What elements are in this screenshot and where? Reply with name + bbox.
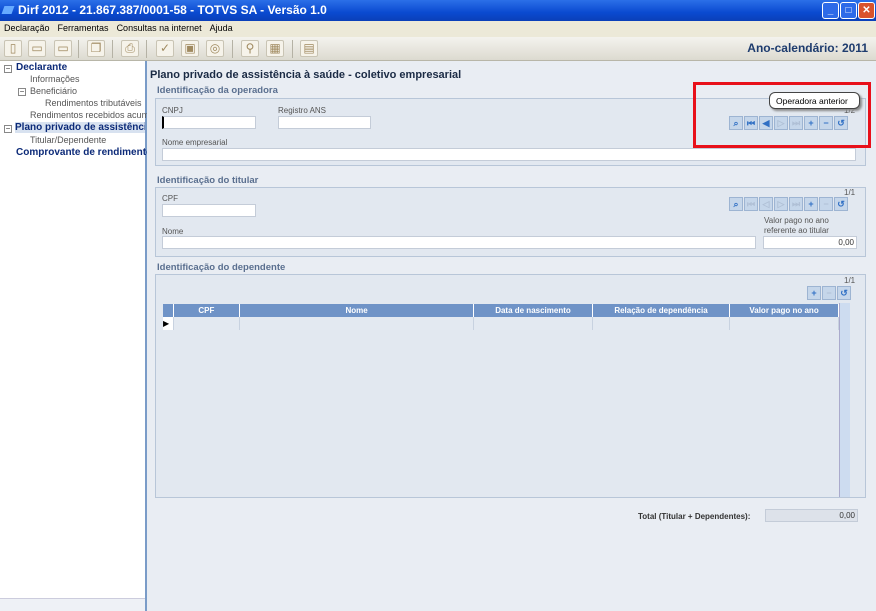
undo-icon[interactable]: ↺ bbox=[837, 286, 851, 300]
sidebar-tree: − Declarante Informações − Beneficiário … bbox=[0, 61, 161, 611]
col-cpf[interactable]: CPF bbox=[173, 304, 241, 317]
tree-titular-dependente[interactable]: Titular/Dependente bbox=[30, 135, 106, 145]
print-icon[interactable]: ⎙ bbox=[121, 40, 139, 57]
cnpj-input[interactable] bbox=[162, 116, 256, 129]
titular-record-count: 1/1 bbox=[844, 188, 856, 197]
menu-bar: Declaração Ferramentas Consultas na intern… bbox=[0, 21, 876, 37]
table-vertical-scrollbar[interactable] bbox=[839, 303, 850, 497]
folder-icon[interactable]: ▭ bbox=[54, 40, 72, 57]
remove-record-icon[interactable]: − bbox=[822, 286, 836, 300]
collapse-icon[interactable]: − bbox=[4, 125, 12, 133]
highlight-box bbox=[693, 82, 871, 148]
table-row[interactable]: ▶ bbox=[163, 317, 839, 330]
total-value: 0,00 bbox=[765, 509, 858, 522]
toolbar: ▯ ▭ ▭ ❐ ⎙ ✓ ▣ ◎ ⚲ ▦ ▤ Ano-calendário: 20… bbox=[0, 37, 876, 61]
dependente-nav: + − ↺ bbox=[807, 286, 851, 300]
first-record-icon[interactable]: ⏮ bbox=[744, 197, 758, 211]
col-relacao[interactable]: Relação de dependência bbox=[592, 304, 731, 317]
new-file-icon[interactable]: ▯ bbox=[4, 40, 22, 57]
check-icon[interactable]: ✓ bbox=[156, 40, 174, 57]
total-label: Total (Titular + Dependentes): bbox=[638, 512, 751, 521]
menu-ajuda[interactable]: Ajuda bbox=[206, 21, 237, 35]
close-button[interactable]: ✕ bbox=[858, 2, 875, 19]
nome-empresarial-input[interactable] bbox=[162, 148, 856, 161]
table-header: CPF Nome Data de nascimento Relação de d… bbox=[163, 304, 839, 317]
operadora-header: Identificação da operadora bbox=[157, 85, 278, 96]
titular-nome-input[interactable] bbox=[162, 236, 756, 249]
sidebar-horizontal-scrollbar[interactable] bbox=[0, 598, 145, 611]
copy-icon[interactable]: ❐ bbox=[87, 40, 105, 57]
tree-plano-privado[interactable]: Plano privado de assistência à bbox=[15, 122, 145, 133]
titular-cpf-input[interactable] bbox=[162, 204, 256, 217]
search-icon[interactable]: ⚲ bbox=[241, 40, 259, 57]
valor-label-2: referente ao titular bbox=[764, 226, 829, 235]
menu-declaracao[interactable]: Declaração bbox=[0, 21, 54, 35]
cnpj-label: CNPJ bbox=[162, 106, 183, 115]
window-title: Dirf 2012 - 21.867.387/0001-58 - TOTVS S… bbox=[18, 3, 327, 17]
calculator-icon[interactable]: ▦ bbox=[266, 40, 284, 57]
nome-empresarial-label: Nome empresarial bbox=[162, 138, 228, 147]
menu-ferramentas[interactable]: Ferramentas bbox=[54, 21, 113, 35]
tree-declarante[interactable]: Declarante bbox=[16, 62, 67, 73]
col-valor[interactable]: Valor pago no ano bbox=[729, 304, 839, 317]
ans-label: Registro ANS bbox=[278, 106, 327, 115]
titular-nome-label: Nome bbox=[162, 227, 184, 236]
main-panel: Plano privado de assistência à saúde - c… bbox=[147, 61, 876, 611]
titular-header: Identificação do titular bbox=[157, 175, 259, 186]
tree-informacoes[interactable]: Informações bbox=[30, 74, 80, 84]
backup-icon[interactable]: ◎ bbox=[206, 40, 224, 57]
add-record-icon[interactable]: + bbox=[807, 286, 821, 300]
collapse-icon[interactable]: − bbox=[4, 65, 12, 73]
menu-consultas[interactable]: Consultas na internet bbox=[113, 21, 206, 35]
collapse-icon[interactable]: − bbox=[18, 88, 26, 96]
tree-comprovante[interactable]: Comprovante de rendimentos bbox=[16, 147, 158, 158]
col-nome[interactable]: Nome bbox=[239, 304, 474, 317]
dependente-header: Identificação do dependente bbox=[157, 262, 286, 273]
minimize-button[interactable]: _ bbox=[822, 2, 839, 19]
next-record-icon[interactable]: ▷ bbox=[774, 197, 788, 211]
title-bar: Dirf 2012 - 21.867.387/0001-58 - TOTVS S… bbox=[0, 0, 876, 21]
dependente-record-count: 1/1 bbox=[844, 276, 856, 285]
undo-icon[interactable]: ↺ bbox=[834, 197, 848, 211]
document-icon[interactable]: ▤ bbox=[300, 40, 318, 57]
row-pointer-icon: ▶ bbox=[163, 317, 174, 330]
last-record-icon[interactable]: ⏭ bbox=[789, 197, 803, 211]
search-record-icon[interactable]: ⌕ bbox=[729, 197, 743, 211]
titular-valor-input[interactable]: 0,00 bbox=[763, 236, 857, 249]
tree-rendimentos-acumulados[interactable]: Rendimentos recebidos acumula bbox=[30, 110, 161, 120]
titular-cpf-label: CPF bbox=[162, 194, 178, 203]
maximize-button[interactable]: □ bbox=[840, 2, 857, 19]
app-logo-icon bbox=[1, 6, 15, 14]
col-data-nascimento[interactable]: Data de nascimento bbox=[473, 304, 593, 317]
previous-record-icon[interactable]: ◁ bbox=[759, 197, 773, 211]
save-icon[interactable]: ▣ bbox=[181, 40, 199, 57]
tree-rendimentos-tributaveis[interactable]: Rendimentos tributáveis bbox=[45, 98, 142, 108]
valor-label: Valor pago no ano bbox=[764, 216, 829, 225]
page-title: Plano privado de assistência à saúde - c… bbox=[150, 69, 462, 81]
open-folder-icon[interactable]: ▭ bbox=[28, 40, 46, 57]
titular-nav: ⌕ ⏮ ◁ ▷ ⏭ + − ↺ bbox=[729, 197, 848, 211]
tree-beneficiario[interactable]: Beneficiário bbox=[30, 86, 77, 96]
dependentes-table: CPF Nome Data de nascimento Relação de d… bbox=[163, 304, 839, 330]
ans-input[interactable] bbox=[278, 116, 371, 129]
year-label: Ano-calendário: 2011 bbox=[747, 41, 868, 55]
remove-record-icon[interactable]: − bbox=[819, 197, 833, 211]
add-record-icon[interactable]: + bbox=[804, 197, 818, 211]
